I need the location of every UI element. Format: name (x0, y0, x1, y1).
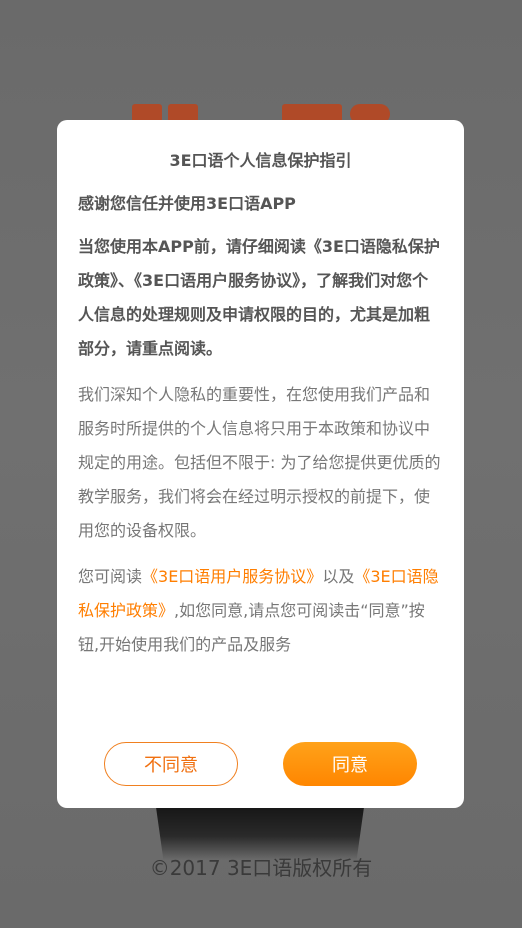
agree-button[interactable]: 同意 (283, 742, 417, 786)
links-prefix-text: 您可阅读 (78, 567, 143, 586)
dialog-thanks-text: 感谢您信任并使用3E口语APP (78, 194, 296, 213)
copyright-text: ©2017 3E口语版权所有 (149, 856, 373, 880)
disagree-button[interactable]: 不同意 (104, 742, 238, 786)
background-stage-decoration (155, 800, 365, 860)
privacy-dialog: 3E口语个人信息保护指引 感谢您信任并使用3E口语APP 当您使用本APP前，请… (57, 120, 464, 808)
links-and-text: 以及 (322, 567, 355, 586)
dialog-links-paragraph: 您可阅读《3E口语用户服务协议》以及《3E口语隐私保护政策》,如您同意,请点您可… (78, 560, 443, 662)
dialog-paragraph: 我们深知个人隐私的重要性，在您使用我们产品和服务时所提供的个人信息将只用于本政策… (78, 385, 441, 540)
service-agreement-link[interactable]: 《3E口语用户服务协议》 (142, 567, 322, 586)
dialog-bold-paragraph: 当您使用本APP前，请仔细阅读《3E口语隐私保护政策》、《3E口语用户服务协议》… (78, 237, 440, 358)
dialog-title: 3E口语个人信息保护指引 (169, 151, 352, 170)
